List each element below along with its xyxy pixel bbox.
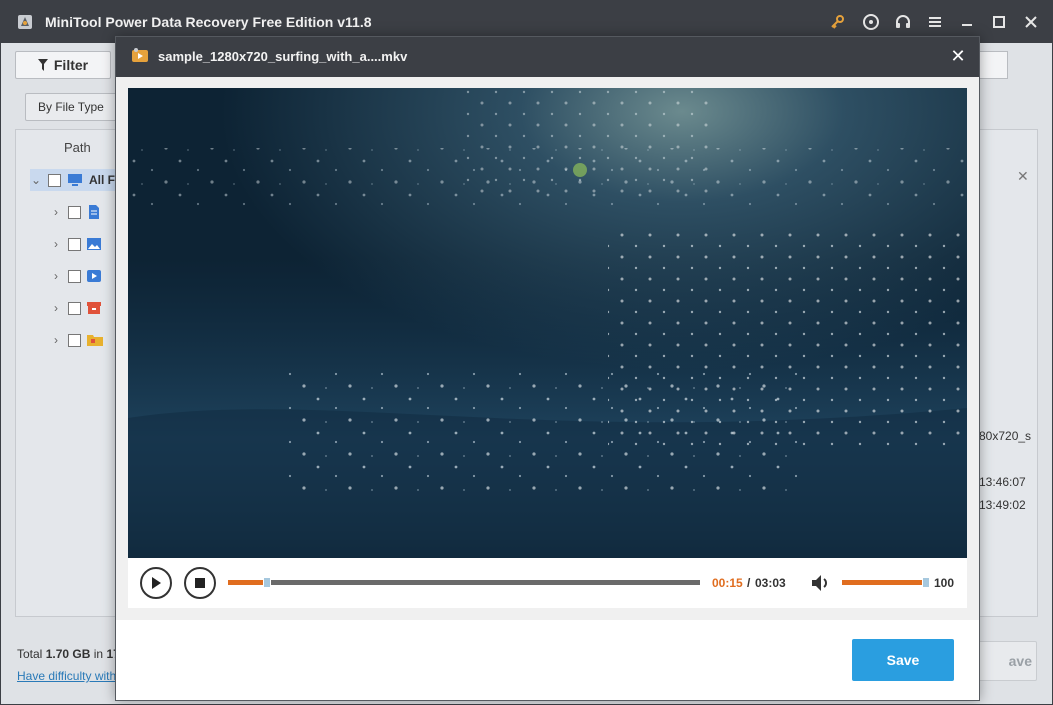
- checkbox[interactable]: [68, 333, 81, 347]
- close-icon[interactable]: [1021, 12, 1041, 32]
- tree-item-documents[interactable]: ›: [50, 201, 101, 223]
- chevron-right-icon[interactable]: ›: [50, 333, 62, 347]
- total-prefix: Total: [17, 647, 43, 661]
- chevron-right-icon[interactable]: ›: [50, 237, 62, 251]
- archive-icon: [87, 302, 101, 314]
- current-time: 00:15: [712, 576, 743, 590]
- total-summary: Total 1.70 GB in 17: [17, 647, 120, 661]
- search-input[interactable]: [976, 51, 1008, 79]
- play-button[interactable]: [140, 567, 172, 599]
- tree-item-other[interactable]: ›: [50, 329, 103, 351]
- file-type-label: By File Type: [38, 100, 104, 114]
- stop-icon: [195, 578, 205, 588]
- close-icon[interactable]: ✕: [948, 45, 968, 67]
- maximize-icon[interactable]: [989, 12, 1009, 32]
- file-type-dropdown[interactable]: By File Type: [25, 93, 125, 121]
- picture-icon: [87, 238, 101, 250]
- stop-button[interactable]: [184, 567, 216, 599]
- headphones-icon[interactable]: [893, 12, 913, 32]
- tree-item-video[interactable]: ›: [50, 265, 101, 287]
- computer-icon: [68, 174, 82, 186]
- save-button[interactable]: Save: [852, 639, 954, 681]
- player-controls: 00:15 / 03:03 100: [128, 558, 967, 608]
- volume-handle[interactable]: [922, 577, 930, 588]
- total-time: 03:03: [755, 576, 786, 590]
- video-icon: [87, 270, 101, 282]
- total-size: 1.70 GB: [45, 647, 91, 661]
- close-panel-icon[interactable]: ✕: [1017, 168, 1029, 185]
- key-icon[interactable]: [827, 12, 847, 32]
- filter-icon: [37, 59, 48, 71]
- chevron-right-icon[interactable]: ›: [50, 205, 62, 219]
- play-icon: [152, 577, 161, 589]
- app-title: MiniTool Power Data Recovery Free Editio…: [45, 14, 372, 30]
- checkbox[interactable]: [68, 237, 81, 251]
- seek-bar[interactable]: [228, 577, 700, 588]
- app-logo-icon: [18, 15, 32, 29]
- file-tree-panel: Path ⌄ All F › › › › ›: [15, 129, 126, 617]
- filter-button[interactable]: Filter: [15, 51, 111, 79]
- seek-progress: [228, 580, 267, 585]
- seek-handle[interactable]: [262, 577, 271, 588]
- checkbox[interactable]: [68, 301, 81, 315]
- preview-titlebar: sample_1280x720_surfing_with_a....mkv ✕: [116, 37, 979, 77]
- preview-file-name: sample_1280x720_surfing_with_a....mkv: [158, 49, 408, 64]
- minimize-icon[interactable]: [957, 12, 977, 32]
- volume-slider[interactable]: [842, 577, 930, 588]
- volume-value: 100: [934, 576, 955, 590]
- volume-icon[interactable]: [810, 572, 832, 594]
- volume-level: [842, 580, 926, 585]
- total-suffix: in: [93, 647, 104, 661]
- video-frame[interactable]: [128, 88, 967, 558]
- video-player: 00:15 / 03:03 100: [116, 77, 979, 620]
- chevron-down-icon[interactable]: ⌄: [30, 173, 42, 187]
- document-icon: [89, 205, 99, 219]
- checkbox[interactable]: [48, 173, 61, 187]
- tree-item-pictures[interactable]: ›: [50, 233, 101, 255]
- help-link[interactable]: Have difficulty with: [17, 669, 116, 683]
- video-frame-image: [128, 88, 967, 558]
- video-file-icon: [132, 48, 148, 62]
- time-separator: /: [747, 576, 751, 590]
- disc-icon[interactable]: [861, 12, 881, 32]
- chevron-right-icon[interactable]: ›: [50, 301, 62, 315]
- file-name-fragment: 80x720_s: [979, 429, 1032, 443]
- created-time-fragment: 13:46:07: [979, 475, 1026, 489]
- chevron-right-icon[interactable]: ›: [50, 269, 62, 283]
- menu-icon[interactable]: [925, 12, 945, 32]
- app-window: MiniTool Power Data Recovery Free Editio…: [0, 0, 1053, 705]
- file-details-panel: ✕ 80x720_s 13:46:07 13:49:02: [976, 129, 1038, 617]
- modified-time-fragment: 13:49:02: [979, 498, 1026, 512]
- tree-item-all-files[interactable]: ⌄ All F: [30, 169, 126, 191]
- background-save-label: ave: [1008, 653, 1032, 669]
- folder-icon: [87, 335, 103, 346]
- checkbox[interactable]: [68, 269, 81, 283]
- filter-label: Filter: [53, 57, 89, 73]
- path-column-header[interactable]: Path: [64, 140, 91, 155]
- tree-item-label: All F: [89, 173, 115, 187]
- checkbox[interactable]: [68, 205, 81, 219]
- preview-dialog: sample_1280x720_surfing_with_a....mkv ✕: [115, 36, 980, 701]
- tree-item-archive[interactable]: ›: [50, 297, 101, 319]
